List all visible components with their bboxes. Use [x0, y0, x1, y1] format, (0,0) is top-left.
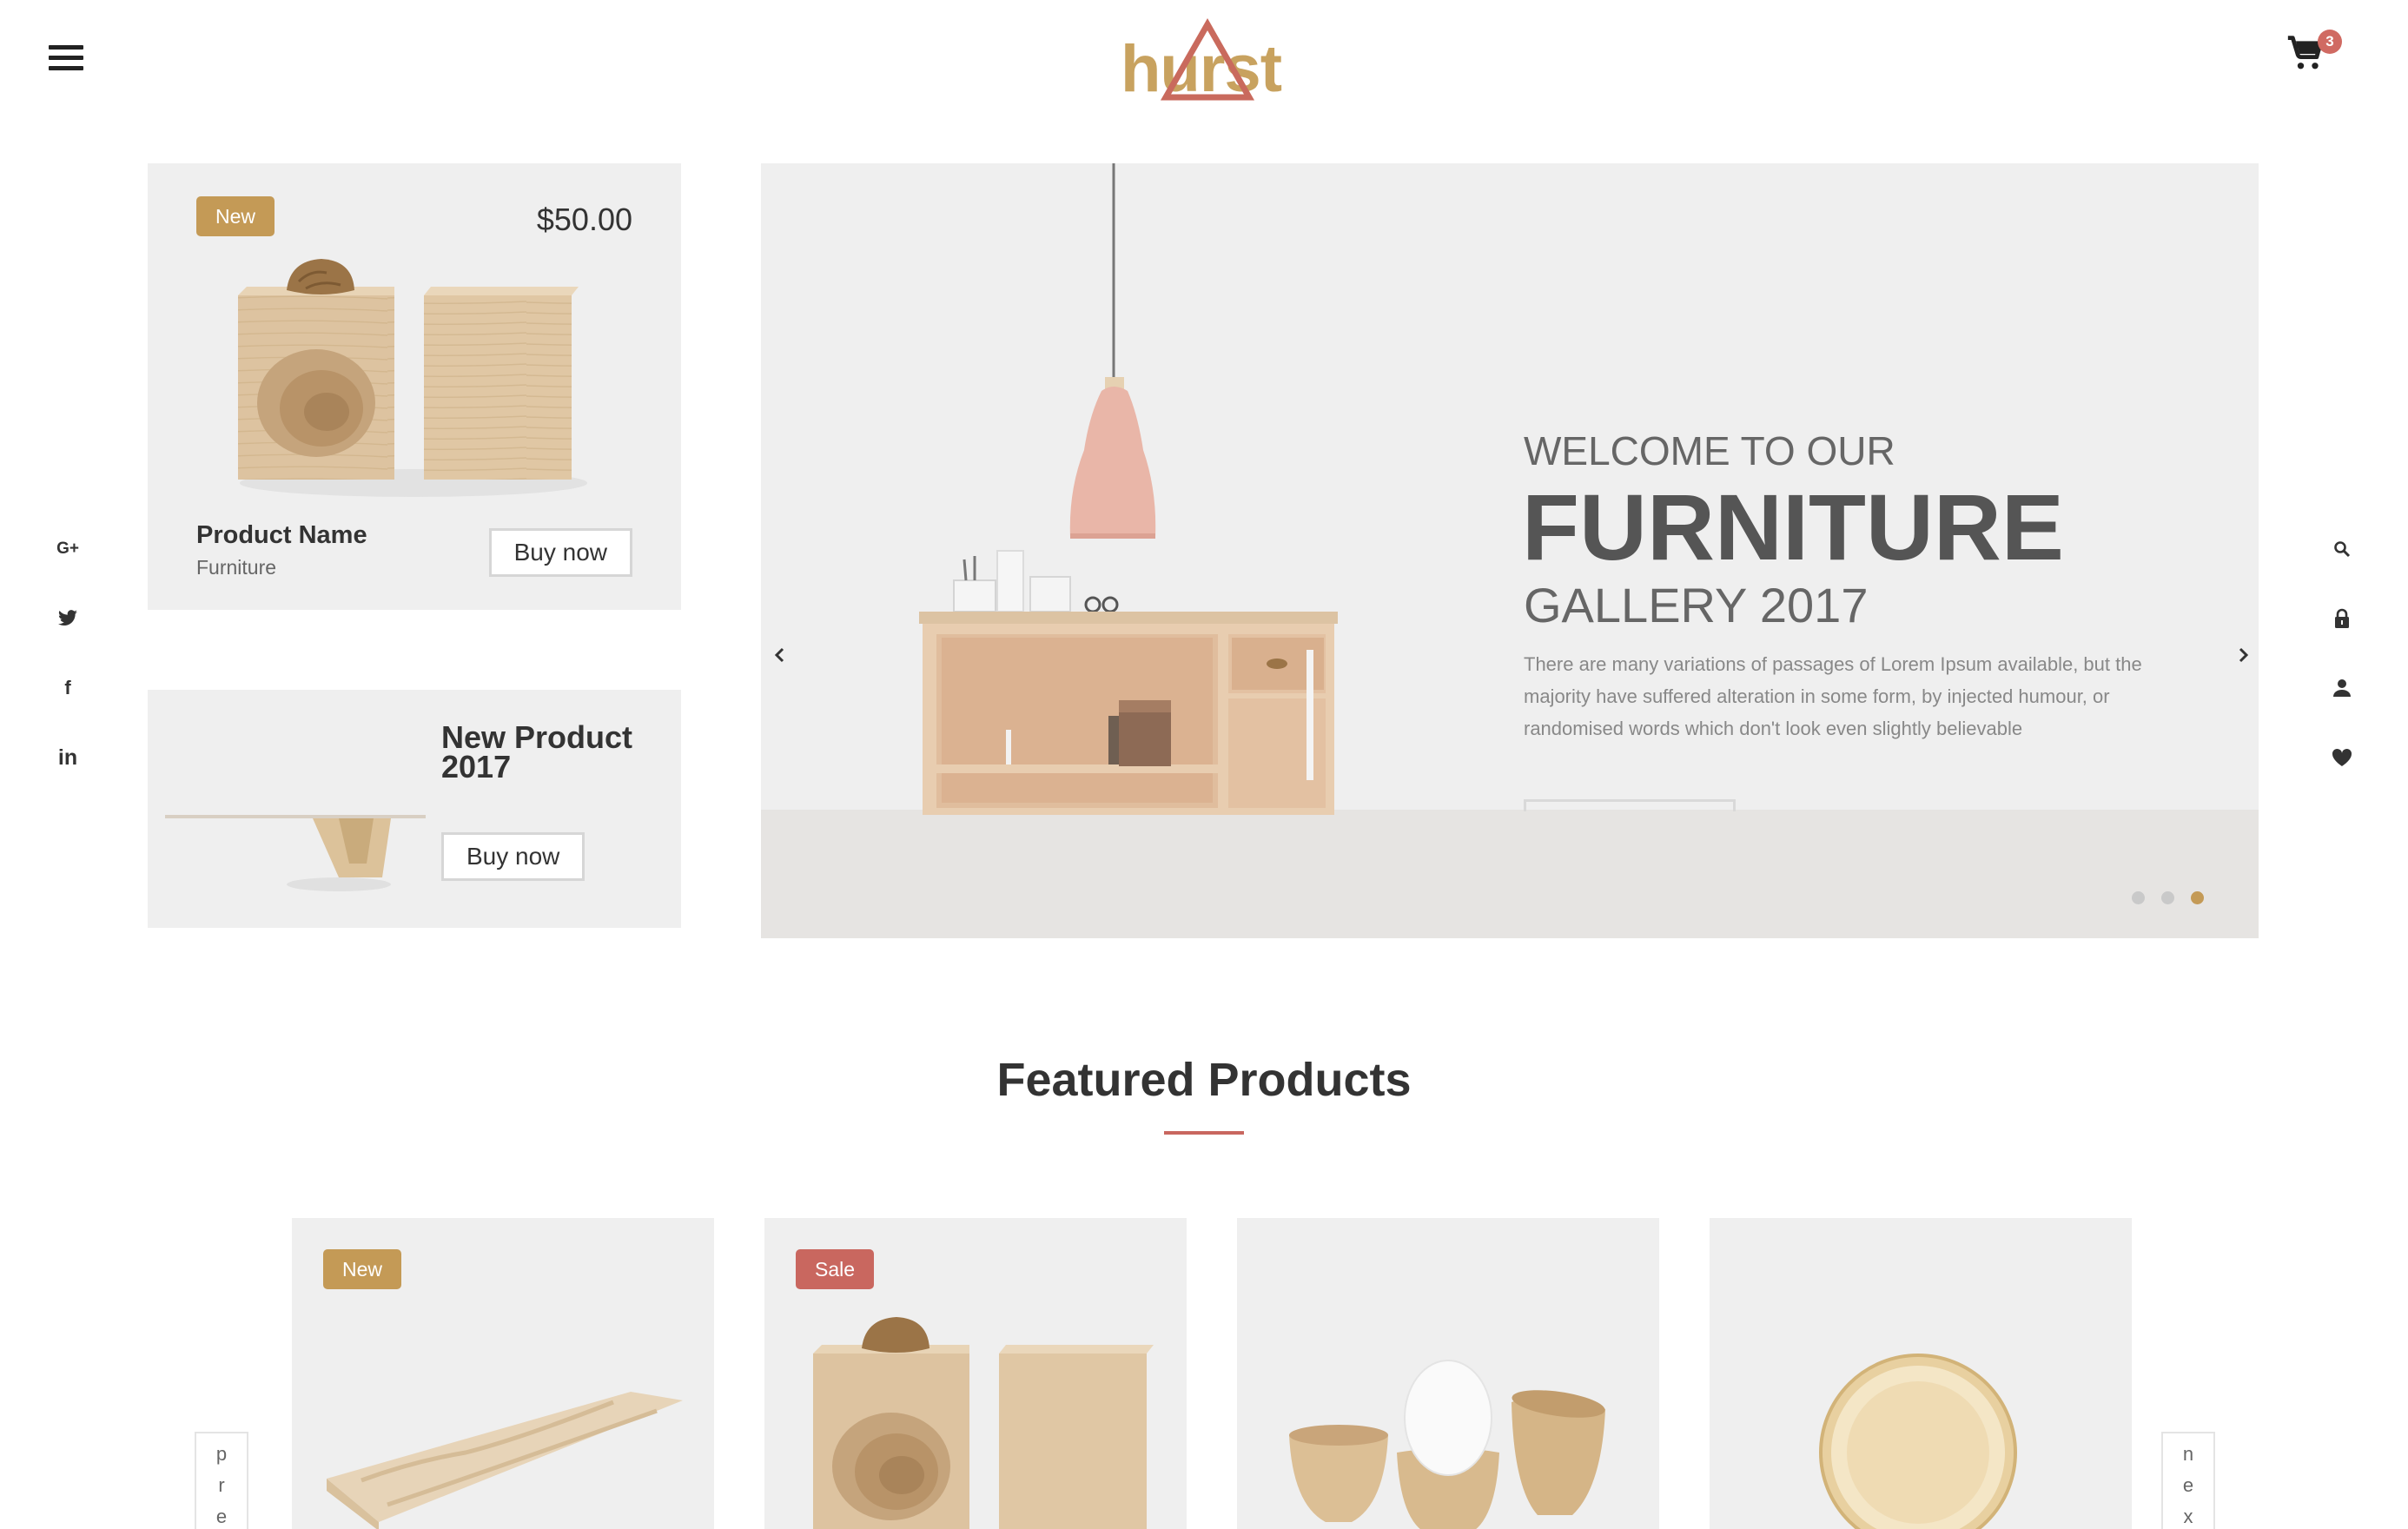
title-underline	[1164, 1131, 1244, 1135]
twitter-icon[interactable]	[50, 601, 85, 636]
cart-button[interactable]: 3	[2286, 30, 2342, 80]
hero-title: FURNITURE	[1522, 474, 2064, 579]
hero-cta-button[interactable]	[1524, 799, 1736, 811]
featured-product-card[interactable]: Sale	[764, 1218, 1187, 1529]
wooden-blocks-image	[238, 259, 587, 497]
featured-product-card[interactable]	[1237, 1218, 1659, 1529]
product-price: $50.00	[536, 202, 632, 237]
hero-eyebrow: WELCOME TO OUR	[1524, 428, 1895, 473]
chevron-right-icon	[2239, 647, 2249, 663]
search-icon[interactable]	[2325, 532, 2359, 566]
user-icon[interactable]	[2325, 671, 2359, 705]
wooden-blocks-image	[813, 1317, 1154, 1529]
featured-prev-button[interactable]: pre	[195, 1432, 248, 1529]
wooden-shelf-image	[165, 815, 426, 891]
slider-dot-3[interactable]	[2191, 891, 2204, 904]
slider-prev-button[interactable]	[754, 620, 806, 690]
new-badge: New	[323, 1249, 402, 1289]
next-label: nex	[2182, 1443, 2194, 1527]
product-name: Product Name	[196, 521, 367, 549]
lamp-and-cabinet-image	[919, 163, 1338, 815]
facebook-icon[interactable]: f	[50, 671, 85, 705]
google-plus-icon[interactable]: G+	[50, 532, 85, 566]
linkedin-icon[interactable]: in	[50, 740, 85, 775]
cart-count-badge: 3	[2318, 30, 2342, 54]
hero-description: There are many variations of passages of…	[1524, 653, 2142, 739]
product-card-new[interactable]: New Product 2017 Buy now	[148, 690, 681, 928]
chevron-left-icon	[774, 647, 784, 663]
buy-now-button[interactable]: Buy now	[488, 528, 632, 577]
featured-product-card[interactable]: New	[292, 1218, 714, 1529]
slider-next-button[interactable]	[2217, 620, 2269, 690]
product-category: Furniture	[196, 556, 277, 579]
featured-title: Featured Products	[996, 1054, 1412, 1106]
menu-icon[interactable]	[49, 45, 87, 75]
featured-product-card[interactable]	[1710, 1218, 2132, 1529]
product-card-featured[interactable]: New $50.00 Product Name Furniture Buy no…	[148, 163, 681, 610]
new-product-title: New Product 2017	[441, 719, 633, 784]
hero-floor	[761, 810, 2259, 938]
hero-slider: WELCOME TO OUR FURNITURE GALLERY 2017 Th…	[761, 163, 2259, 938]
buy-now-button[interactable]: Buy now	[441, 832, 585, 881]
sale-badge: Sale	[796, 1249, 875, 1289]
new-badge: New	[196, 196, 275, 236]
lock-icon[interactable]	[2325, 601, 2359, 636]
prev-label: pre	[215, 1443, 228, 1527]
logo[interactable]: hurst	[1108, 16, 1317, 111]
slider-dot-1[interactable]	[2132, 891, 2145, 904]
egg-cups-image	[1289, 1360, 1605, 1529]
wooden-tray-image	[327, 1392, 683, 1529]
brass-bowl-image	[1819, 1354, 2017, 1529]
featured-next-button[interactable]: nex	[2161, 1432, 2215, 1529]
logo-triangle-icon	[1160, 17, 1255, 101]
slider-dot-2[interactable]	[2161, 891, 2174, 904]
heart-icon[interactable]	[2325, 740, 2359, 775]
hero-subtitle: GALLERY 2017	[1524, 578, 1869, 632]
